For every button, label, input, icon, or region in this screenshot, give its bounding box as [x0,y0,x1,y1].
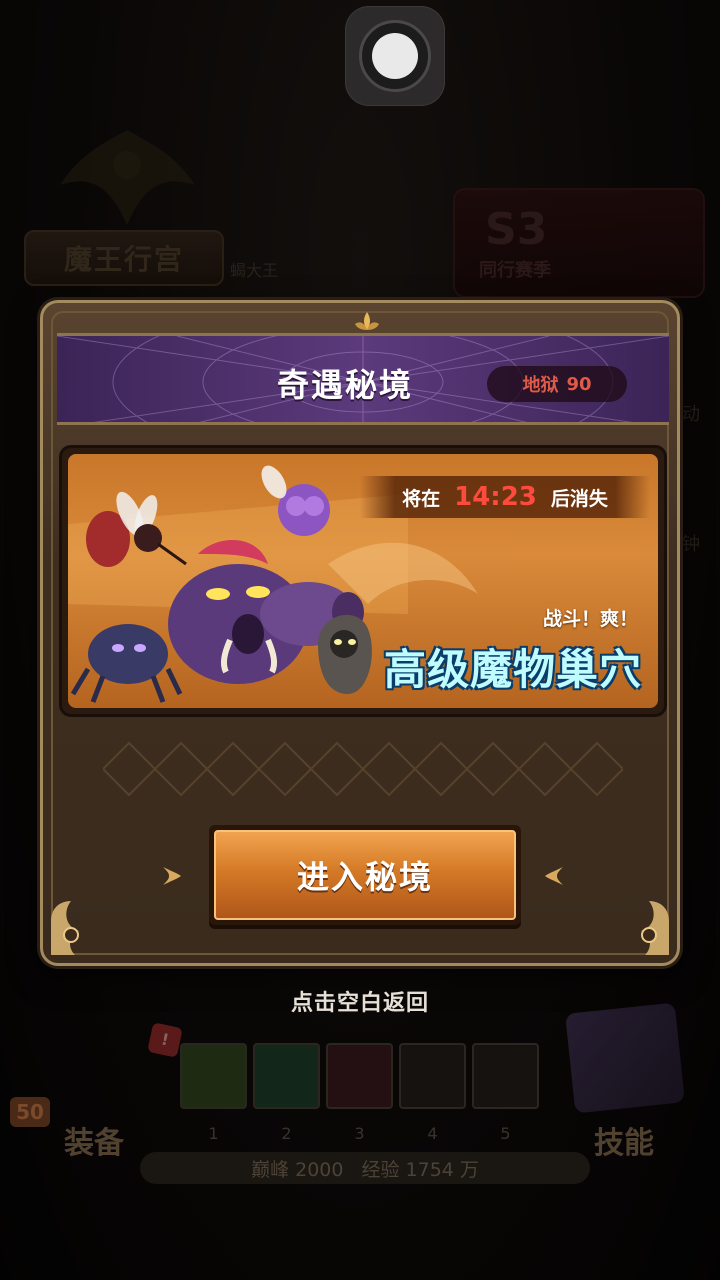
slot-number: 4 [427,1124,438,1143]
difficulty-label: 地狱 [522,375,559,396]
skill-slot[interactable] [253,1043,320,1109]
slot-number: 5 [500,1124,511,1143]
corner-ornament-icon [51,901,79,955]
peak-value: 巅峰 2000 [251,1158,344,1181]
skill-tab[interactable]: 技能 [594,1118,654,1162]
dialog-title: 奇遇秘境 [277,366,414,404]
leaf-ornament-icon [355,312,379,330]
secret-realm-dialog: 奇遇秘境 地狱 90 将在 14:23 后消失 战斗！爽！ 高级魔物巢穴 进入秘… [40,300,680,966]
skill-slots [180,1043,540,1113]
dungeon-banner: 将在 14:23 后消失 战斗！爽！ 高级魔物巢穴 [59,445,667,717]
dungeon-name: 高级魔物巢穴 [383,645,642,694]
arrow-right-icon [163,867,181,885]
slot-number: 2 [281,1124,292,1143]
level-badge: 50 [10,1097,50,1127]
enter-realm-label: 进入秘境 [214,830,516,920]
skill-slot[interactable] [180,1043,247,1109]
dialog-header: 奇遇秘境 地狱 90 [57,333,669,425]
equip-tab[interactable]: 装备 [64,1118,124,1162]
slot-number: 1 [208,1124,219,1143]
progress-stats: 巅峰 2000 经验 1754 万 [140,1152,590,1184]
timer-prefix: 将在 [402,487,441,510]
timer-value: 14:23 [454,482,537,512]
skill-slot[interactable] [399,1043,466,1109]
tap-to-close-hint[interactable]: 点击空白返回 [0,985,720,1017]
skill-slot[interactable] [472,1043,539,1109]
timer-suffix: 后消失 [550,487,608,510]
lattice-pattern-icon [103,741,623,797]
skill-slot[interactable] [326,1043,393,1109]
arrow-left-icon [545,867,563,885]
exp-value: 经验 1754 万 [361,1158,479,1181]
expiry-timer: 将在 14:23 后消失 [360,476,650,518]
enter-realm-button[interactable]: 进入秘境 [209,825,521,925]
banner-tagline: 战斗！爽！ [542,608,638,630]
difficulty-value: 90 [566,373,592,395]
slot-number: 3 [354,1124,365,1143]
difficulty-badge: 地狱 90 [487,366,627,402]
assistive-touch-button[interactable] [345,6,445,106]
slot-numbers: 1 2 3 4 5 [180,1124,540,1143]
corner-ornament-icon [641,901,669,955]
alert-badge: ! [147,1022,183,1058]
skill-book-icon[interactable] [565,1002,685,1114]
